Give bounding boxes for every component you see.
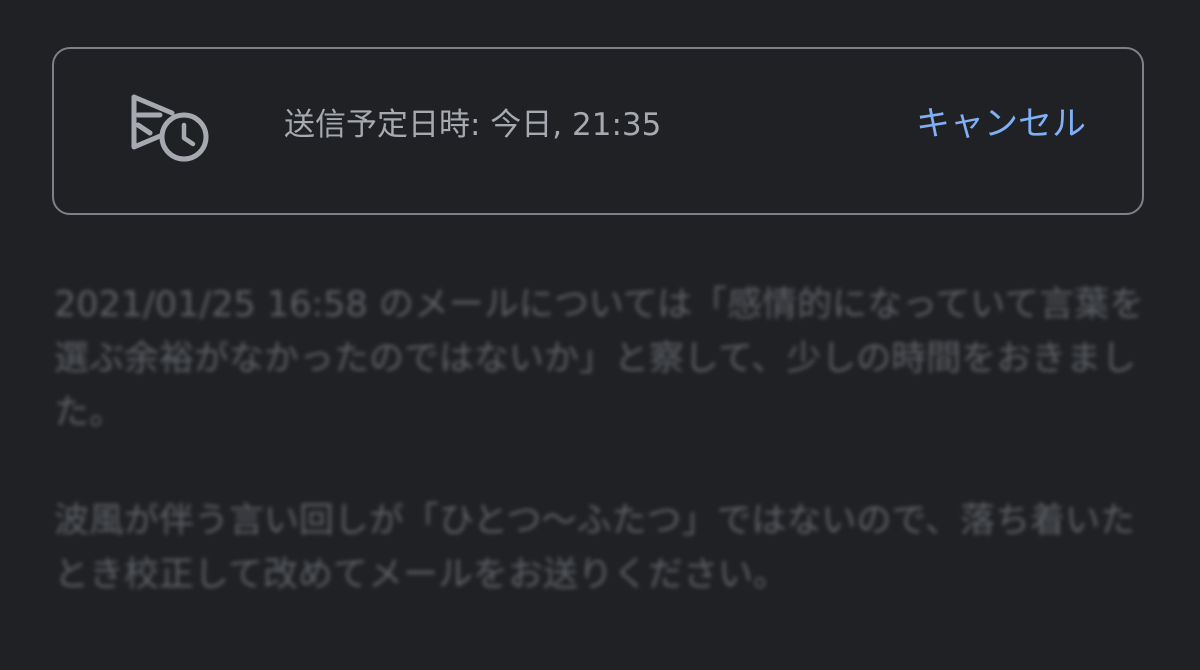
cancel-schedule-button[interactable]: キャンセル [916,103,1086,145]
scheduled-send-time: 送信予定日時: 今日, 21:35 [284,107,662,143]
scheduled-send-banner: 送信予定日時: 今日, 21:35 キャンセル [52,47,1144,215]
email-paragraph-2: 波風が伴う言い回しが「ひとつ〜ふたつ」ではないので、落ち着いたとき校正して改めて… [54,501,1136,595]
email-paragraph-1: 2021/01/25 16:58 のメールについては「感情的になっていて言葉を選… [54,285,1145,433]
scheduled-send-icon [128,93,212,165]
email-body: 2021/01/25 16:58 のメールについては「感情的になっていて言葉を選… [54,278,1154,602]
